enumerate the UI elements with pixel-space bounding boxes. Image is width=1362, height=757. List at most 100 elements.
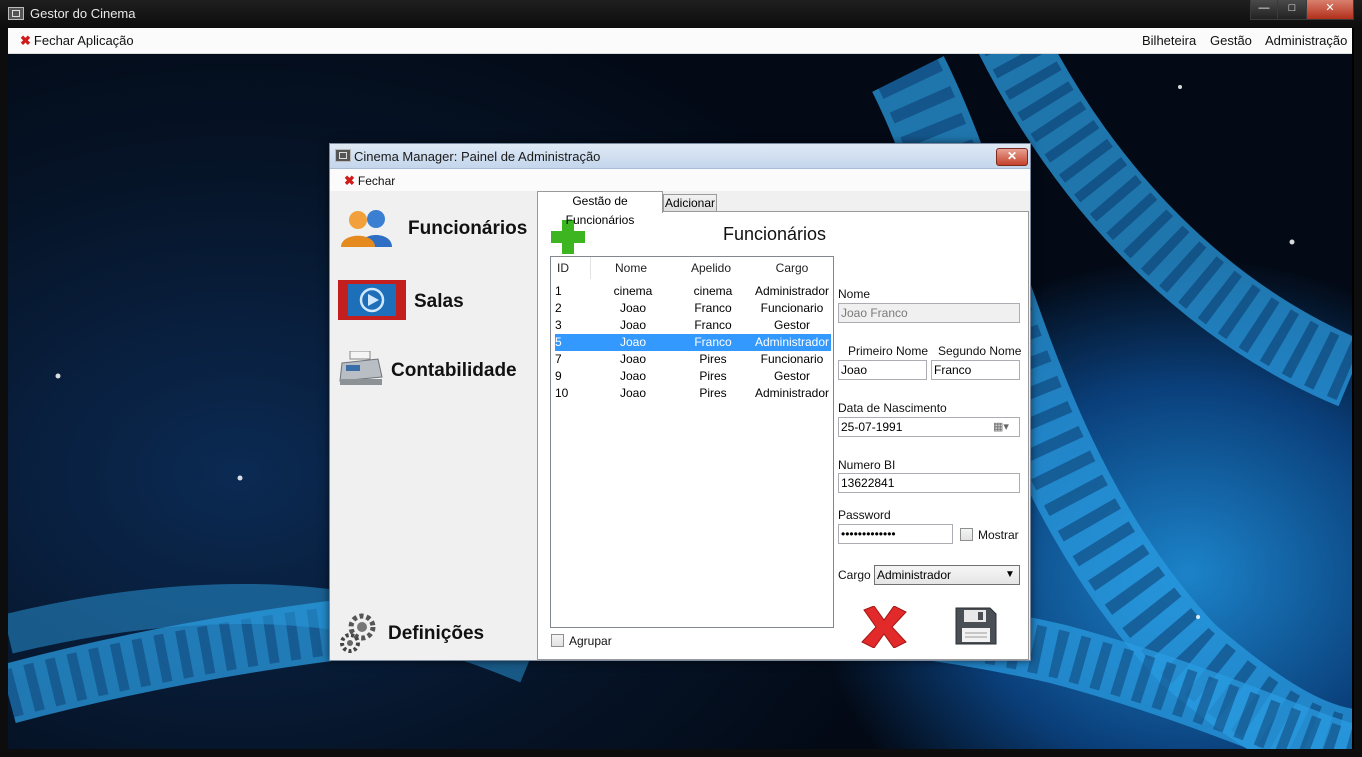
- main-title-bar: Gestor do Cinema — □ ✕: [0, 0, 1362, 28]
- password-field[interactable]: •••••••••••••: [838, 524, 953, 544]
- main-window-title: Gestor do Cinema: [30, 6, 136, 21]
- cell-cargo: Administrador: [754, 284, 830, 298]
- close-icon: ✖: [344, 173, 355, 188]
- column-header-id[interactable]: ID: [551, 257, 591, 279]
- maximize-button[interactable]: □: [1277, 0, 1307, 20]
- gears-icon: [340, 613, 376, 653]
- table-row[interactable]: 1 cinema cinema Administrador: [555, 283, 831, 300]
- agrupar-label: Agrupar: [569, 634, 612, 648]
- calendar-dropdown-icon[interactable]: ▦▾: [993, 418, 1009, 436]
- numero-bi-label: Numero BI: [838, 458, 896, 472]
- nome-label: Nome: [838, 287, 871, 301]
- cell-nome: Joao: [619, 352, 647, 366]
- cell-id: 1: [555, 284, 562, 298]
- cell-apelido: Franco: [694, 335, 732, 349]
- cell-id: 7: [555, 352, 562, 366]
- cell-apelido: Pires: [699, 352, 727, 366]
- close-app-menu-item[interactable]: ✖ Fechar Aplicação: [20, 33, 134, 49]
- cargo-label: Cargo: [838, 568, 871, 582]
- main-menu-bar: ✖ Fechar Aplicação Bilheteira Gestão Admi…: [8, 28, 1352, 54]
- cell-id: 3: [555, 318, 562, 332]
- cell-apelido: Pires: [699, 386, 727, 400]
- table-row[interactable]: 3 Joao Franco Gestor: [555, 317, 831, 334]
- cancel-button[interactable]: [858, 606, 910, 648]
- tab-panel-gestao: Funcionários ID Nome Apelido Cargo 1 cine…: [537, 211, 1029, 660]
- cell-id: 9: [555, 369, 562, 383]
- menu-gestao[interactable]: Gestão: [1210, 33, 1252, 48]
- dialog-menu-bar: ✖ Fechar: [330, 169, 1030, 191]
- cell-cargo: Funcionario: [760, 352, 824, 366]
- cell-id: 5: [555, 335, 562, 349]
- tab-adicionar[interactable]: Adicionar: [663, 194, 717, 212]
- cash-register-icon: [339, 351, 383, 385]
- cell-nome: Joao: [619, 386, 647, 400]
- cell-id: 10: [555, 386, 569, 400]
- menu-administracao[interactable]: Administração: [1265, 33, 1347, 48]
- tab-gestao-funcionarios[interactable]: Gestão de Funcionários: [537, 191, 663, 227]
- cell-cargo: Administrador: [754, 335, 830, 349]
- cell-cargo: Funcionario: [760, 301, 824, 315]
- close-icon: ✖: [20, 33, 31, 48]
- dialog-close-label: Fechar: [357, 174, 396, 188]
- cell-nome: Joao: [619, 301, 647, 315]
- cargo-selected-value: Administrador: [877, 568, 952, 582]
- primeiro-nome-label: Primeiro Nome: [848, 344, 929, 358]
- dialog-close-menu-item[interactable]: ✖ Fechar: [344, 173, 395, 189]
- password-label: Password: [838, 508, 891, 522]
- app-window-icon: [8, 7, 24, 20]
- column-header-cargo[interactable]: Cargo: [751, 257, 833, 279]
- cell-apelido: Franco: [694, 301, 732, 315]
- cell-apelido: cinema: [693, 284, 733, 298]
- nome-field[interactable]: Joao Franco: [838, 303, 1020, 323]
- cell-cargo: Administrador: [754, 386, 830, 400]
- nav-salas[interactable]: Salas: [336, 279, 532, 323]
- agrupar-checkbox[interactable]: [551, 634, 564, 647]
- mostrar-checkbox[interactable]: [960, 528, 973, 541]
- table-row[interactable]: 5 Joao Franco Administrador: [555, 334, 831, 351]
- column-header-apelido[interactable]: Apelido: [671, 257, 752, 279]
- cinema-screen-icon: [338, 280, 406, 320]
- dialog-window-icon: [335, 149, 351, 162]
- dialog-close-button[interactable]: ✕: [996, 148, 1028, 166]
- table-row[interactable]: 7 Joao Pires Funcionario: [555, 351, 831, 368]
- column-header-nome[interactable]: Nome: [591, 257, 672, 279]
- users-icon: [341, 210, 392, 247]
- chevron-down-icon: ▼: [1005, 569, 1015, 580]
- nav-contabilidade[interactable]: Contabilidade: [336, 349, 536, 393]
- nav-funcionarios[interactable]: Funcionários: [336, 207, 532, 251]
- cargo-select[interactable]: Administrador ▼: [874, 565, 1020, 585]
- numero-bi-field[interactable]: 13622841: [838, 473, 1020, 493]
- nav-contabilidade-label: Contabilidade: [391, 360, 517, 381]
- table-row[interactable]: 10 Joao Pires Administrador: [555, 385, 831, 402]
- nav-salas-label: Salas: [414, 291, 464, 312]
- save-button[interactable]: [954, 606, 998, 646]
- nav-definicoes-label: Definições: [388, 623, 485, 644]
- close-app-label: Fechar Aplicação: [33, 33, 134, 48]
- nav-definicoes[interactable]: Definições: [336, 611, 532, 655]
- cell-cargo: Gestor: [773, 369, 810, 383]
- menu-bilheteira[interactable]: Bilheteira: [1142, 33, 1196, 48]
- data-nascimento-label: Data de Nascimento: [838, 401, 947, 415]
- window-right-border: [1354, 28, 1362, 757]
- cell-nome: cinema: [613, 284, 653, 298]
- window-left-border: [0, 28, 8, 757]
- employees-table[interactable]: ID Nome Apelido Cargo 1 cinema cinema Admin…: [550, 256, 834, 628]
- cell-apelido: Pires: [699, 369, 727, 383]
- cell-nome: Joao: [619, 369, 647, 383]
- mostrar-label: Mostrar: [978, 528, 1019, 542]
- dialog-title-bar: Cinema Manager: Painel de Administração …: [330, 144, 1030, 169]
- cell-nome: Joao: [619, 318, 647, 332]
- window-bottom-border: [0, 749, 1362, 757]
- cell-id: 2: [555, 301, 562, 315]
- navigation-panel: Funcionários Salas Contabilidade Definiç…: [330, 191, 536, 659]
- table-row[interactable]: 9 Joao Pires Gestor: [555, 368, 831, 385]
- close-window-button[interactable]: ✕: [1306, 0, 1354, 20]
- cell-nome: Joao: [619, 335, 647, 349]
- dialog-title: Cinema Manager: Painel de Administração: [354, 149, 601, 164]
- data-nascimento-picker[interactable]: 25-07-1991 ▦▾: [838, 417, 1020, 437]
- table-row[interactable]: 2 Joao Franco Funcionario: [555, 300, 831, 317]
- minimize-button[interactable]: —: [1250, 0, 1278, 20]
- primeiro-nome-field[interactable]: Joao: [838, 360, 927, 380]
- segundo-nome-field[interactable]: Franco: [931, 360, 1020, 380]
- segundo-nome-label: Segundo Nome: [938, 344, 1022, 358]
